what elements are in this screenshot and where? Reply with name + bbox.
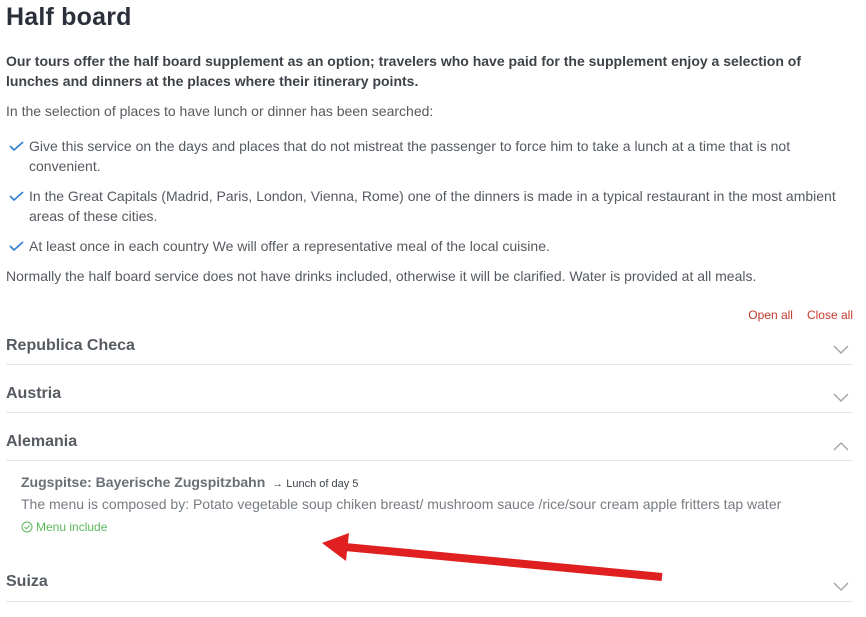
- feature-item: In the Great Capitals (Madrid, Paris, Lo…: [6, 186, 853, 226]
- meal-place-name: Zugspitse: Bayerische Zugspitzbahn: [21, 474, 266, 490]
- meal-day: Lunch of day 5: [286, 478, 359, 490]
- intro-text: Our tours offer the half board supplemen…: [6, 53, 802, 89]
- accordion-item-suiza[interactable]: Suiza: [6, 556, 853, 602]
- page-title: Half board: [6, 3, 132, 31]
- feature-text: Give this service on the days and places…: [29, 138, 791, 174]
- menu-included-text: Menu include: [36, 520, 108, 534]
- accordion-item-austria[interactable]: Austria: [6, 364, 853, 413]
- accordion-title: Suiza: [6, 573, 48, 590]
- accordion-title: Austria: [6, 385, 62, 402]
- chevron-down-icon: [833, 393, 849, 402]
- chevron-up-icon: [833, 442, 849, 451]
- arrow-right-icon: →: [272, 478, 284, 490]
- accordion-controls: Open all Close all: [734, 308, 853, 322]
- meal-detail: Zugspitse: Bayerische Zugspitzbahn → Lun…: [21, 474, 841, 534]
- chevron-down-icon: [833, 582, 849, 591]
- check-icon: [9, 191, 24, 201]
- feature-text: In the Great Capitals (Madrid, Paris, Lo…: [29, 188, 836, 224]
- menu-description: The menu is composed by: Potato vegetabl…: [21, 496, 782, 512]
- accordion-item-alemania[interactable]: Alemania: [6, 412, 853, 461]
- check-icon: [9, 141, 24, 151]
- feature-text: At least once in each country We will of…: [29, 238, 550, 254]
- meal-place: Zugspitse: Bayerische Zugspitzbahn → Lun…: [21, 474, 841, 490]
- meal-label: → Lunch of day 5: [272, 478, 358, 490]
- accordion-title: Alemania: [6, 433, 78, 450]
- check-circle-icon: [21, 521, 33, 533]
- close-all-link[interactable]: Close all: [807, 308, 853, 322]
- chevron-down-icon: [833, 345, 849, 354]
- drinks-note: Normally the half board service does not…: [6, 268, 757, 284]
- accordion-title: Republica Checa: [6, 337, 135, 354]
- accordion-item-republica-checa[interactable]: Republica Checa: [6, 334, 853, 365]
- feature-item: At least once in each country We will of…: [6, 236, 853, 256]
- feature-list: Give this service on the days and places…: [6, 136, 853, 266]
- check-icon: [9, 241, 24, 251]
- lead-text: In the selection of places to have lunch…: [6, 103, 434, 119]
- open-all-link[interactable]: Open all: [748, 308, 793, 322]
- menu-included-badge: Menu include: [21, 520, 841, 534]
- feature-item: Give this service on the days and places…: [6, 136, 853, 176]
